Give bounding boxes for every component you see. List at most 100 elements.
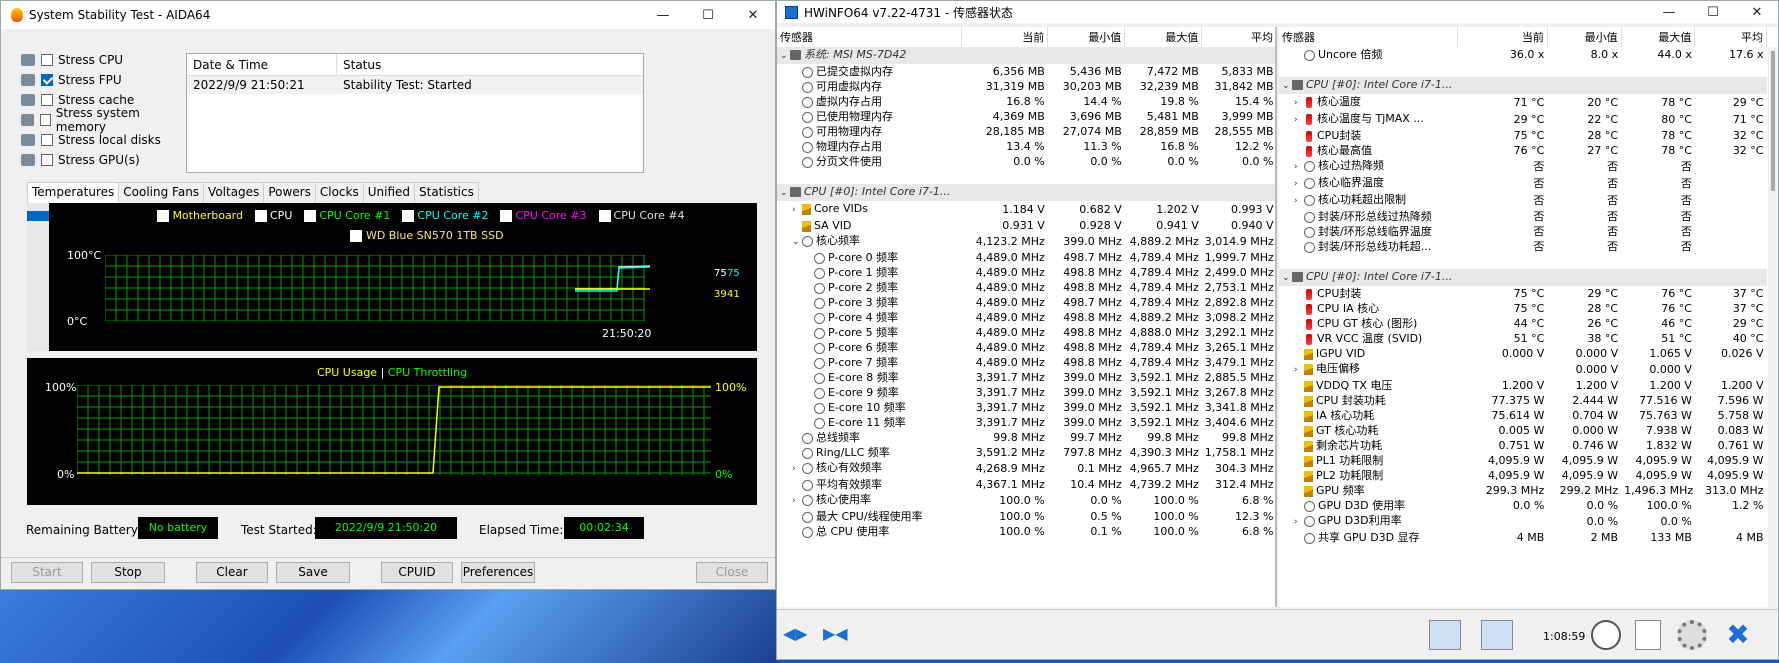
right-scrollbar[interactable] (1768, 47, 1778, 607)
column-header[interactable]: 平均 (1201, 27, 1275, 47)
sensor-row[interactable]: › 核心温度与 TjMAX ... 29 °C 22 °C 80 °C 71 °C (1279, 111, 1767, 128)
sensor-row[interactable]: › 核心有效频率 4,268.9 MHz 0.1 MHz 4,965.7 MHz 304.… (777, 460, 1275, 477)
stress-option[interactable]: Stress FPU (21, 71, 181, 89)
sensor-row[interactable]: P-core 6 频率 4,489.0 MHz 498.8 MHz 4,789.4 M… (777, 340, 1275, 355)
chevron-right-icon[interactable]: › (1294, 96, 1304, 111)
sensor-row[interactable]: GPU D3D 使用率 0.0 % 0.0 % 100.0 % 1.2 % (1279, 498, 1767, 513)
sensor-row[interactable]: VDDQ TX 电压 1.200 V 1.200 V 1.200 V 1.200 V (1279, 378, 1767, 393)
sensor-row[interactable]: 总线频率 99.8 MHz 99.7 MHz 99.8 MHz 99.8 MHz (777, 430, 1275, 445)
sensor-group[interactable]: ⌄ 系统: MSI MS-7D42 (777, 47, 1275, 64)
stress-checkbox[interactable] (41, 54, 53, 66)
legend-item[interactable]: Motherboard (157, 209, 243, 222)
chevron-down-icon[interactable]: ⌄ (792, 235, 802, 250)
sensor-row[interactable]: P-core 7 频率 4,489.0 MHz 498.8 MHz 4,789.4 M… (777, 355, 1275, 370)
collapse-arrow-icon[interactable]: ⌄ (1282, 271, 1292, 286)
collapse-arrow-icon[interactable]: ⌄ (780, 49, 790, 64)
sensor-row[interactable]: 剩余芯片功耗 0.751 W 0.746 W 1.832 W 0.761 W (1279, 438, 1767, 453)
maximize-button[interactable]: ☐ (686, 1, 730, 29)
sensor-row[interactable]: GPU 频率 299.3 MHz 299.2 MHz 1,496.3 MHz 313.0… (1279, 483, 1767, 498)
stress-option[interactable]: Stress CPU (21, 51, 181, 69)
sensor-row[interactable]: › 核心温度 71 °C 20 °C 78 °C 29 °C (1279, 94, 1767, 111)
sensor-row[interactable]: 物理内存占用 13.4 % 11.3 % 16.8 % 12.2 % (777, 139, 1275, 154)
network-icon[interactable] (1481, 620, 1513, 650)
legend-item[interactable]: CPU Core #4 (598, 209, 685, 222)
save-button[interactable]: Save (276, 562, 350, 583)
chevron-right-icon[interactable]: › (1294, 194, 1304, 209)
sensor-row[interactable]: 平均有效频率 4,367.1 MHz 10.4 MHz 4,739.2 MHz 312.… (777, 477, 1275, 492)
sensor-row[interactable]: P-core 0 频率 4,489.0 MHz 498.7 MHz 4,789.4 M… (777, 250, 1275, 265)
sensor-row[interactable]: E-core 11 频率 3,391.7 MHz 399.0 MHz 3,592.1 … (777, 415, 1275, 430)
sensor-row[interactable]: 最大 CPU/线程使用率 100.0 % 0.5 % 100.0 % 12.3 % (777, 509, 1275, 524)
log-row[interactable]: 2022/9/9 21:50:21 Stability Test: Starte… (187, 76, 643, 94)
sensor-row[interactable]: E-core 9 频率 3,391.7 MHz 399.0 MHz 3,592.1 M… (777, 385, 1275, 400)
legend-item[interactable]: CPU (255, 209, 292, 222)
close-button[interactable]: ✕ (731, 1, 775, 29)
column-header[interactable]: 最小值 (1047, 27, 1126, 47)
cpuid-button[interactable]: CPUID (381, 562, 453, 583)
legend-checkbox[interactable] (255, 210, 267, 222)
sensor-row[interactable]: E-core 8 频率 3,391.7 MHz 399.0 MHz 3,592.1 M… (777, 370, 1275, 385)
temp-scroll[interactable] (27, 203, 49, 351)
stress-checkbox[interactable] (41, 154, 53, 166)
sensor-row[interactable]: 封装/环形总线过热降频 否 否 否 (1279, 209, 1767, 224)
column-header[interactable]: 传感器 (1279, 27, 1459, 47)
column-header[interactable]: 平均 (1694, 27, 1767, 47)
stress-option[interactable]: Stress local disks (21, 131, 181, 149)
chevron-right-icon[interactable]: › (1294, 177, 1304, 192)
clear-button[interactable]: Clear (196, 562, 268, 583)
sensor-row[interactable]: GT 核心功耗 0.005 W 0.000 W 7.938 W 0.083 W (1279, 423, 1767, 438)
sensor-row[interactable]: 已提交虚拟内存 6,356 MB 5,436 MB 7,472 MB 5,833 MB (777, 64, 1275, 79)
sensor-row[interactable]: CPU封装 75 °C 29 °C 76 °C 37 °C (1279, 286, 1767, 301)
sensor-row[interactable]: › 核心使用率 100.0 % 0.0 % 100.0 % 6.8 % (777, 492, 1275, 509)
hw-close-button[interactable]: ✕ (1735, 1, 1778, 23)
sensor-row[interactable]: P-core 5 频率 4,489.0 MHz 498.8 MHz 4,888.0 M… (777, 325, 1275, 340)
expand-arrows-icon[interactable]: ▶◀ (823, 624, 855, 646)
sensor-row[interactable]: › Core VIDs 1.184 V 0.682 V 1.202 V 0.993 V (777, 201, 1275, 218)
stress-checkbox[interactable] (39, 114, 51, 126)
tab-clocks[interactable]: Clocks (314, 182, 364, 203)
sensor-row[interactable]: Uncore 倍频 36.0 x 8.0 x 44.0 x 17.6 x (1279, 47, 1767, 62)
sensor-row[interactable]: IA 核心功耗 75.614 W 0.704 W 75.763 W 5.758 W (1279, 408, 1767, 423)
legend-checkbox[interactable] (402, 210, 415, 222)
legend-checkbox[interactable] (304, 210, 317, 222)
column-header[interactable]: 最大值 (1621, 27, 1696, 47)
tab-temperatures[interactable]: Temperatures (27, 182, 120, 205)
sensor-row[interactable]: VR VCC 温度 (SVID) 51 °C 38 °C 51 °C 40 °C (1279, 331, 1767, 346)
chevron-right-icon[interactable]: › (1294, 113, 1304, 128)
sensor-row[interactable]: 共享 GPU D3D 显存 4 MB 2 MB 133 MB 4 MB (1279, 530, 1767, 545)
sensor-row[interactable]: 封装/环形总线临界温度 否 否 否 (1279, 224, 1767, 239)
tab-cooling-fans[interactable]: Cooling Fans (118, 182, 205, 203)
sensor-row[interactable]: CPU IA 核心 75 °C 28 °C 76 °C 37 °C (1279, 301, 1767, 316)
sensor-row[interactable]: › 核心临界温度 否 否 否 (1279, 175, 1767, 192)
stress-option[interactable]: Stress system memory (21, 106, 181, 134)
sensor-row[interactable]: 核心最高值 76 °C 27 °C 78 °C 32 °C (1279, 143, 1767, 158)
sensor-row[interactable]: IGPU VID 0.000 V 0.000 V 1.065 V 0.026 V (1279, 346, 1767, 361)
collapse-arrow-icon[interactable]: ⌄ (780, 186, 790, 201)
sensor-row[interactable]: Ring/LLC 频率 3,591.2 MHz 797.8 MHz 4,390.3 M… (777, 445, 1275, 460)
ssd-checkbox[interactable] (350, 230, 363, 242)
clock-icon[interactable] (1591, 620, 1621, 650)
tab-voltages[interactable]: Voltages (203, 182, 265, 203)
close-dialog-button[interactable]: Close (696, 562, 768, 583)
hw-maximize-button[interactable]: ☐ (1691, 1, 1735, 23)
sensor-row[interactable]: SA VID 0.931 V 0.928 V 0.941 V 0.940 V (777, 218, 1275, 233)
collapse-arrows-icon[interactable]: ◀▶ (783, 624, 815, 646)
legend-checkbox[interactable] (500, 210, 513, 222)
sensor-row[interactable]: › 核心过热降频 否 否 否 (1279, 158, 1767, 175)
chevron-right-icon[interactable]: › (1294, 515, 1304, 530)
stress-checkbox[interactable] (41, 94, 53, 106)
sensor-row[interactable]: › GPU D3D利用率 0.0 % 0.0 % (1279, 513, 1767, 530)
chevron-right-icon[interactable]: › (792, 203, 802, 218)
sensor-row[interactable]: CPU封装 75 °C 28 °C 78 °C 32 °C (1279, 128, 1767, 143)
column-header[interactable]: 当前 (961, 27, 1049, 47)
sensor-row[interactable]: P-core 1 频率 4,489.0 MHz 498.8 MHz 4,789.4 M… (777, 265, 1275, 280)
column-header[interactable]: 当前 (1457, 27, 1548, 47)
legend-checkbox[interactable] (157, 210, 170, 222)
sensor-row[interactable]: P-core 2 频率 4,489.0 MHz 498.8 MHz 4,789.4 M… (777, 280, 1275, 295)
tab-unified[interactable]: Unified (362, 182, 415, 203)
sensor-row[interactable]: ⌄ 核心频率 4,123.2 MHz 399.0 MHz 4,889.2 MHz 3,01… (777, 233, 1275, 250)
preferences-button[interactable]: Preferences (461, 562, 535, 583)
settings-icon[interactable] (1677, 620, 1707, 650)
sensor-row[interactable]: 虚拟内存占用 16.8 % 14.4 % 19.8 % 15.4 % (777, 94, 1275, 109)
sensor-row[interactable]: CPU 封装功耗 77.375 W 2.444 W 77.516 W 7.596 W (1279, 393, 1767, 408)
